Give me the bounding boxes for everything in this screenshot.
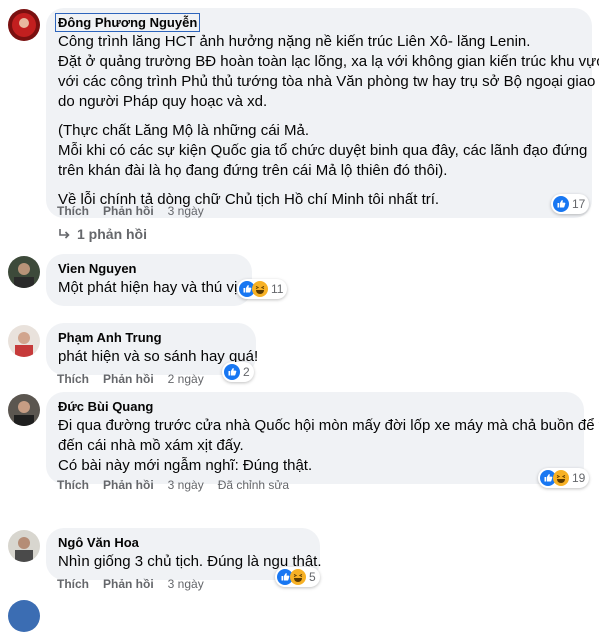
like-button[interactable]: Thích [57,372,89,386]
comment-text-line: Đi qua đường trước cửa nhà Quốc hội mòn … [58,417,599,434]
reaction-summary[interactable]: 11 [237,279,288,299]
replies-count-label: 1 phản hồi [77,226,147,242]
reaction-count: 19 [572,471,586,485]
comment-bubble: Đức Bùi Quang Đi qua đường trước cửa nhà… [46,392,599,484]
comment-author[interactable]: Vien Nguyen [58,260,137,277]
comment-text-line: phát hiện và so sánh hay quá! [58,348,259,365]
reaction-summary[interactable]: 19 [538,468,590,488]
comment-text-line: Nhìn giống 3 chủ tịch. Đúng là ngu thật. [58,553,322,570]
reply-button[interactable]: Phản hồi [103,478,154,492]
comment-timestamp[interactable]: 2 ngày [168,372,204,386]
comment-author[interactable]: Phạm Anh Trung [58,329,162,346]
haha-reaction-icon [553,470,569,486]
comment-author[interactable]: Đức Bùi Quang [58,398,153,415]
comment-text-line: Công trình lăng HCT ảnh hưởng nặng nề ki… [58,33,531,50]
avatar[interactable] [8,325,40,357]
haha-reaction-icon [252,281,268,297]
comment-actions: Thích Phản hồi 3 ngày [57,203,218,219]
like-reaction-icon [224,364,240,380]
view-replies-link[interactable]: 1 phản hồi [57,226,147,242]
reply-button[interactable]: Phản hồi [103,577,154,591]
comment-text-line: Đặt ở quảng trường BĐ hoàn toàn lạc lõng… [58,53,599,70]
comment-text-line: với các công trình Phủ thủ tướng tòa nhà… [58,73,596,90]
avatar[interactable] [8,9,40,41]
reaction-count: 11 [271,282,284,296]
comment-text-line: trên khán đài là họ đang đứng trên cái M… [58,162,448,179]
comment-text-line: Mỗi khi có các sự kiện Quốc gia tổ chức … [58,142,588,159]
comment-text-line: (Thực chất Lăng Mộ là những cái Mả. [58,122,310,139]
comment-text-line: do người Pháp quy hoạc và xd. [58,93,268,110]
comment-actions: Thích Phản hồi 3 ngày Đã chỉnh sửa [57,477,289,493]
avatar[interactable] [8,600,40,632]
comment-author[interactable]: Đông Phương Nguyễn [54,13,201,32]
reaction-summary[interactable]: 5 [275,567,320,587]
reply-button[interactable]: Phản hồi [103,204,154,218]
avatar[interactable] [8,530,40,562]
reply-button[interactable]: Phản hồi [103,372,154,386]
comment-author[interactable]: Ngô Văn Hoa [58,534,139,551]
like-button[interactable]: Thích [57,577,89,591]
comment-text-line: đến cái nhà mồ xám xịt đấy. [58,437,244,454]
like-button[interactable]: Thích [57,478,89,492]
reaction-summary[interactable]: 17 [551,194,590,214]
comment-actions: Thích Phản hồi 2 ngày [57,371,218,387]
comment-bubble: Vien Nguyen Một phát hiện hay và thú vị. [46,254,252,306]
comment-timestamp[interactable]: 3 ngày [168,478,204,492]
comment-bubble: Đông Phương Nguyễn Công trình lăng HCT ả… [46,8,599,218]
reaction-count: 5 [309,570,316,584]
avatar[interactable] [8,394,40,426]
comment-text-line: Có bài này mới ngẫm nghĩ: Đúng thật. [58,457,313,474]
reaction-summary[interactable]: 2 [222,362,254,382]
comment-timestamp[interactable]: 3 ngày [168,577,204,591]
reaction-count: 17 [572,197,586,211]
reaction-count: 2 [243,365,250,379]
reply-arrow-icon [59,229,70,239]
comment-timestamp[interactable]: 3 ngày [168,204,204,218]
comment-text-line: Một phát hiện hay và thú vị. [58,279,242,296]
edited-label: Đã chỉnh sửa [217,478,290,492]
comment-actions: Thích Phản hồi 3 ngày [57,576,218,592]
like-reaction-icon [553,196,569,212]
avatar[interactable] [8,256,40,288]
haha-reaction-icon [290,569,306,585]
like-button[interactable]: Thích [57,204,89,218]
